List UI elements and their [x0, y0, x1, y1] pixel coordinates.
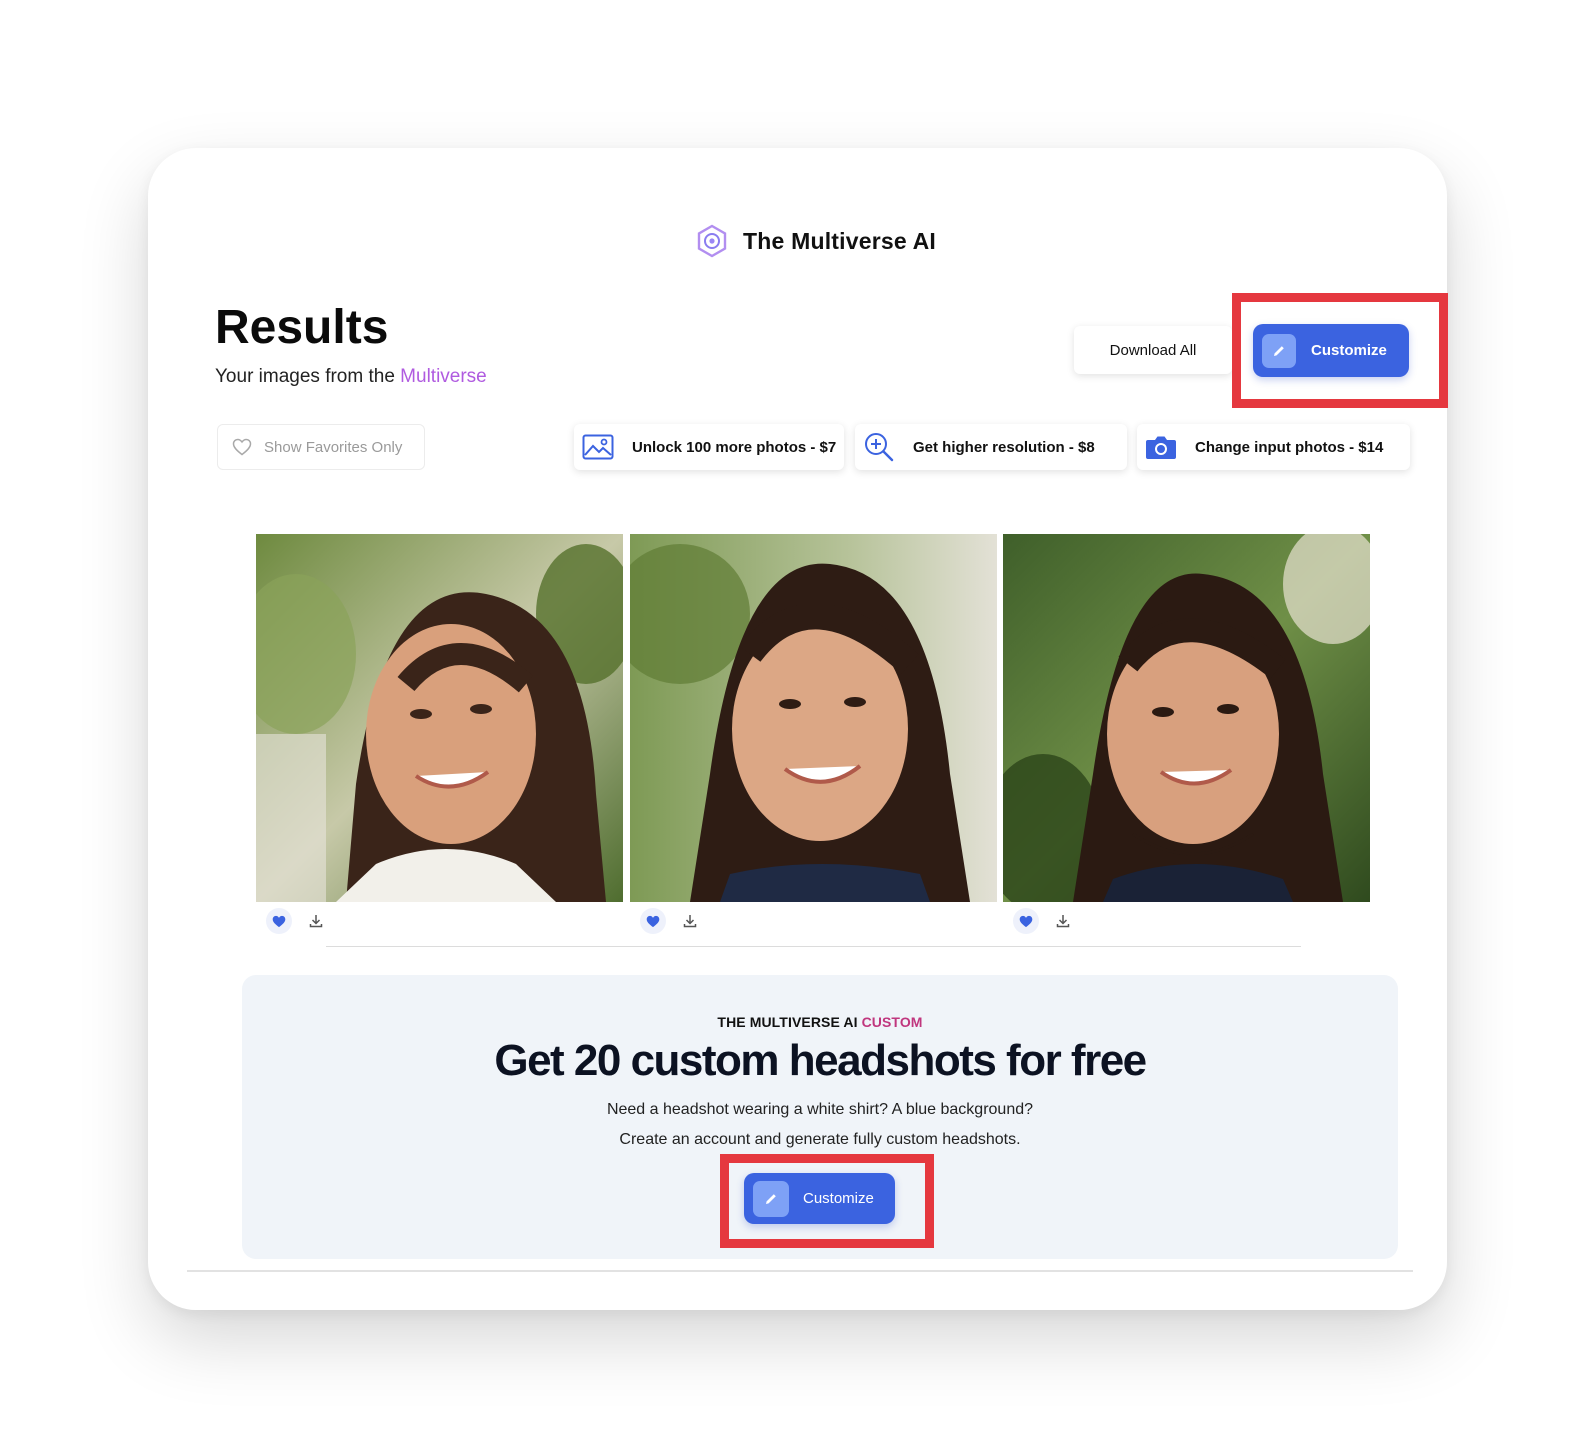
- download-icon[interactable]: [1053, 911, 1073, 931]
- show-favorites-toggle[interactable]: Show Favorites Only: [217, 424, 425, 470]
- zoom-in-icon: [863, 431, 895, 463]
- photo-actions: [266, 908, 326, 934]
- download-all-button[interactable]: Download All: [1074, 326, 1232, 374]
- download-icon[interactable]: [306, 911, 326, 931]
- favorite-heart-icon[interactable]: [640, 908, 666, 934]
- headshot-image[interactable]: [256, 534, 623, 902]
- headshot-illustration: [256, 534, 623, 902]
- subtitle-accent[interactable]: Multiverse: [400, 366, 487, 387]
- promo-description-2: Create an account and generate fully cus…: [619, 1131, 1021, 1148]
- upsell-change-input-photos-button[interactable]: Change input photos - $14: [1137, 424, 1410, 470]
- photo-actions: [1013, 908, 1073, 934]
- promo-title: Get 20 custom headshots for free: [494, 1036, 1147, 1085]
- download-icon[interactable]: [680, 911, 700, 931]
- brand[interactable]: The Multiverse AI: [695, 224, 936, 258]
- camera-icon: [1145, 431, 1177, 463]
- subtitle-text: Your images from the: [215, 366, 401, 387]
- upsell-higher-resolution-button[interactable]: Get higher resolution - $8: [855, 424, 1127, 470]
- heart-outline-icon: [232, 438, 252, 456]
- headshot-illustration: [1003, 534, 1370, 902]
- favorites-label: Show Favorites Only: [264, 438, 403, 456]
- footer-divider: [187, 1270, 1413, 1272]
- page-subtitle: Your images from the Multiverse: [215, 366, 487, 388]
- upsell-label: Unlock 100 more photos - $7: [632, 438, 837, 456]
- favorite-heart-icon[interactable]: [1013, 908, 1039, 934]
- upsell-label: Get higher resolution - $8: [913, 438, 1095, 456]
- hexagon-swirl-icon: [697, 224, 727, 258]
- promo-description-1: Need a headshot wearing a white shirt? A…: [606, 1101, 1034, 1118]
- headshot-image[interactable]: [1003, 534, 1370, 902]
- eyebrow-accent: CUSTOM: [861, 1014, 923, 1030]
- upsell-label: Change input photos - $14: [1195, 438, 1384, 456]
- image-icon: [582, 431, 614, 463]
- annotation-highlight-bottom: [720, 1154, 934, 1248]
- page-title: Results: [215, 301, 389, 354]
- headshot-illustration: [630, 534, 997, 902]
- upsell-unlock-photos-button[interactable]: Unlock 100 more photos - $7: [574, 424, 844, 470]
- favorite-heart-icon[interactable]: [266, 908, 292, 934]
- brand-name: The Multiverse AI: [743, 227, 936, 254]
- eyebrow-text: THE MULTIVERSE AI: [717, 1014, 862, 1030]
- photo-actions: [640, 908, 700, 934]
- headshot-image[interactable]: [630, 534, 997, 902]
- divider: [326, 946, 1301, 947]
- annotation-highlight-top: [1232, 293, 1448, 408]
- promo-eyebrow: THE MULTIVERSE AI CUSTOM: [242, 1014, 1398, 1030]
